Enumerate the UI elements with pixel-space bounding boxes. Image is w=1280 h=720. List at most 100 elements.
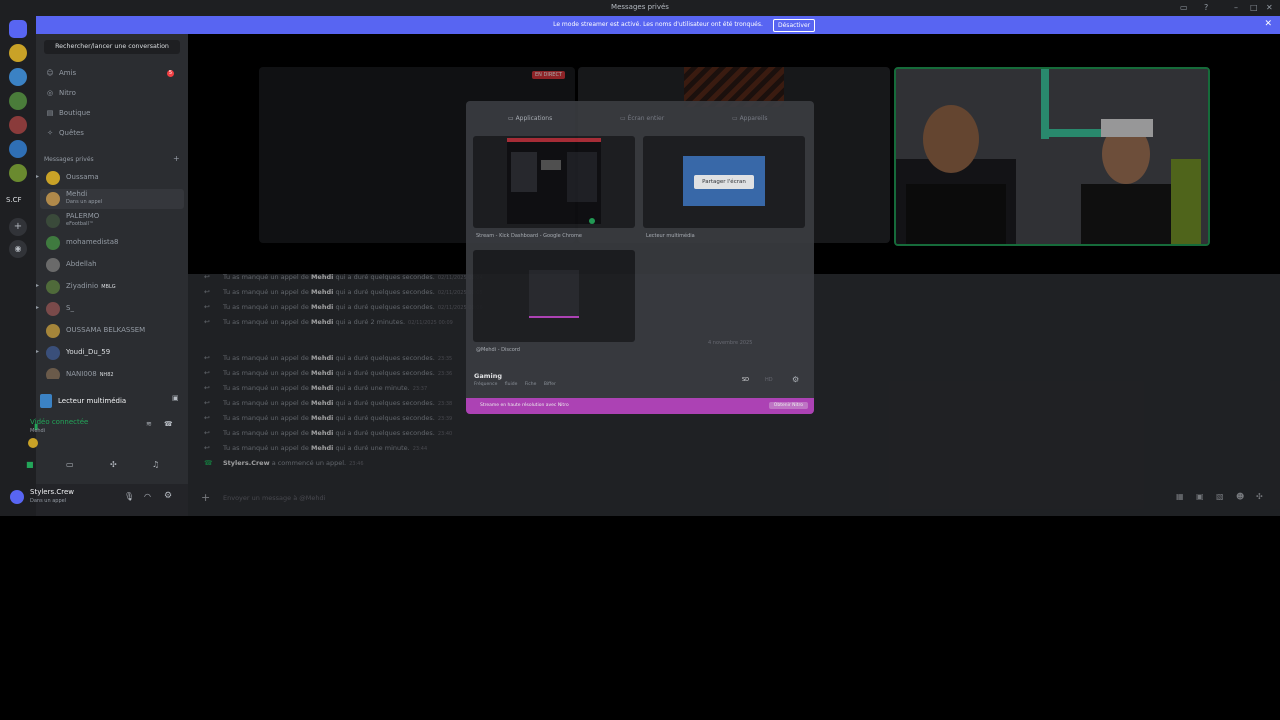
missed-call-icon: ↩	[204, 318, 210, 326]
thumbnail-image	[507, 138, 601, 224]
noise-suppression-icon[interactable]: ≋	[146, 420, 152, 428]
streamer-mode-banner: Le mode streamer est activé. Les noms d'…	[36, 16, 1280, 34]
voice-panel: ▮ Vidéo connectée Mehdi ≋ ☎ ■ ▭ ✣ ♫	[26, 414, 188, 474]
screen-share-icon[interactable]: ▭	[66, 460, 74, 469]
streamer-mode-message: Le mode streamer est activé. Les noms d'…	[553, 21, 763, 28]
gift-icon[interactable]: ▦	[1176, 492, 1184, 501]
popout-icon[interactable]: ▣	[172, 394, 179, 402]
thumbnail-caption: Lecteur multimédia	[646, 233, 695, 239]
missed-call-icon: ↩	[204, 414, 210, 422]
dm-name: mohamedista8	[66, 238, 119, 246]
window-thumbnail[interactable]	[473, 136, 635, 228]
close-window-button[interactable]: ✕	[1266, 3, 1273, 12]
server-icon[interactable]	[9, 44, 27, 62]
hang-up-icon[interactable]: ☎	[164, 420, 173, 428]
dm-name: Oussama	[66, 173, 99, 181]
help-icon[interactable]: ?	[1204, 3, 1208, 12]
friends-icon: ☺	[46, 69, 54, 77]
activity-options[interactable]: Fréquence fluide Fiche Biffer	[474, 382, 556, 387]
discover-icon[interactable]: ◉	[9, 240, 27, 258]
gif-icon[interactable]: ▣	[1196, 492, 1204, 501]
activities-icon[interactable]: ✣	[110, 460, 117, 469]
title-bar: Messages privés ▭ ? – □ ✕	[0, 0, 1280, 16]
home-icon[interactable]	[9, 20, 27, 38]
avatar	[46, 302, 60, 316]
nav-friends[interactable]: ☺ Amis	[46, 69, 76, 77]
attach-plus-icon[interactable]: +	[201, 491, 210, 504]
username[interactable]: Stylers.Crew	[30, 488, 74, 496]
dm-item[interactable]: Mehdi Dans un appel	[40, 189, 184, 209]
nav-quests[interactable]: ✧ Quêtes	[46, 129, 84, 137]
quality-hd[interactable]: HD	[765, 377, 773, 383]
add-server-icon[interactable]: +	[9, 218, 27, 236]
settings-gear-icon[interactable]: ⚙	[792, 375, 799, 384]
dm-status: eFootball™	[66, 221, 94, 227]
media-player-row[interactable]: Lecteur multimédia ▣	[40, 394, 184, 410]
quality-sd[interactable]: SD	[742, 377, 749, 383]
emoji-icon[interactable]: ☻	[1236, 492, 1244, 501]
dm-item[interactable]: ▸ S_	[36, 299, 184, 319]
server-icon[interactable]	[9, 140, 27, 158]
share-screen-button[interactable]: Partager l'écran	[694, 175, 754, 189]
media-player-label: Lecteur multimédia	[58, 397, 127, 405]
dm-item[interactable]: ▸ Oussama	[36, 168, 184, 188]
caret-icon: ▸	[36, 173, 40, 180]
server-icon[interactable]	[9, 164, 27, 182]
dm-item[interactable]: OUSSAMA BELKASSEM	[40, 321, 184, 341]
tab-devices[interactable]: ▭ Appareils	[732, 115, 767, 122]
sticker-icon[interactable]: ▧	[1216, 492, 1224, 501]
caret-icon: ▸	[36, 348, 40, 355]
dm-item[interactable]: mohamedista8	[40, 233, 184, 253]
dm-name: PALERMO	[66, 212, 100, 220]
avatar	[46, 258, 60, 272]
dm-item[interactable]: Abdellah	[40, 255, 184, 275]
new-dm-icon[interactable]: +	[173, 154, 180, 163]
minimize-button[interactable]: –	[1234, 3, 1238, 12]
caret-icon: ▸	[36, 304, 40, 311]
nav-nitro[interactable]: ◎ Nitro	[46, 89, 76, 97]
thumbnail-image	[529, 270, 579, 318]
dm-name: NANI008	[66, 370, 97, 378]
server-label[interactable]: S.CF	[6, 196, 22, 204]
window-title: Messages privés	[611, 3, 669, 11]
avatar	[46, 171, 60, 185]
dm-item[interactable]: NANI008 NH82	[40, 365, 184, 379]
camera-icon[interactable]: ■	[26, 460, 34, 469]
server-icon[interactable]	[9, 116, 27, 134]
microphone-icon[interactable]: 🎙	[124, 492, 134, 501]
soundboard-icon[interactable]: ♫	[152, 460, 159, 469]
apps-icon[interactable]: ✣	[1256, 492, 1263, 501]
missed-call-icon: ↩	[204, 399, 210, 407]
server-icon[interactable]	[9, 68, 27, 86]
date-divider: 4 novembre 2025	[708, 340, 753, 346]
clan-tag: NH82	[99, 372, 114, 378]
dm-section-header: Messages privés	[44, 156, 94, 163]
participant-avatar	[28, 438, 38, 448]
user-avatar[interactable]	[10, 490, 24, 504]
missed-call-icon: ↩	[204, 354, 210, 362]
dm-item[interactable]: ▸ Ziyadinio MBLG	[36, 277, 184, 297]
dm-item[interactable]: PALERMO eFootball™	[40, 211, 184, 231]
avatar	[46, 280, 60, 294]
get-nitro-button[interactable]: Obtenir Nitro	[768, 402, 808, 409]
message-input[interactable]: Envoyer un message à @Mehdi	[223, 494, 325, 502]
inbox-icon[interactable]: ▭	[1180, 3, 1188, 12]
headphones-icon[interactable]: ◠	[144, 492, 151, 501]
nav-shop[interactable]: ▤ Boutique	[46, 109, 91, 117]
dm-item[interactable]: ▸ Youdi_Du_59	[36, 343, 184, 363]
window-thumbnail[interactable]	[473, 250, 635, 342]
search-input[interactable]: Rechercher/lancer une conversation	[44, 40, 180, 54]
user-panel: Stylers.Crew Dans un appel 🎙 ◠ ⚙	[10, 484, 188, 516]
dm-name: S_	[66, 304, 74, 312]
disable-streamer-button[interactable]: Désactiver	[773, 19, 816, 32]
close-banner-icon[interactable]: ✕	[1264, 19, 1272, 29]
tab-entire-screen[interactable]: ▭ Écran entier	[620, 115, 664, 122]
missed-call-icon: ↩	[204, 288, 210, 296]
friends-badge: 5	[167, 70, 174, 77]
camera-feed[interactable]	[894, 67, 1210, 246]
maximize-button[interactable]: □	[1250, 3, 1258, 12]
missed-call-icon: ↩	[204, 273, 210, 281]
settings-gear-icon[interactable]: ⚙	[164, 491, 172, 501]
tab-applications[interactable]: ▭ Applications	[508, 115, 552, 122]
server-icon[interactable]	[9, 92, 27, 110]
